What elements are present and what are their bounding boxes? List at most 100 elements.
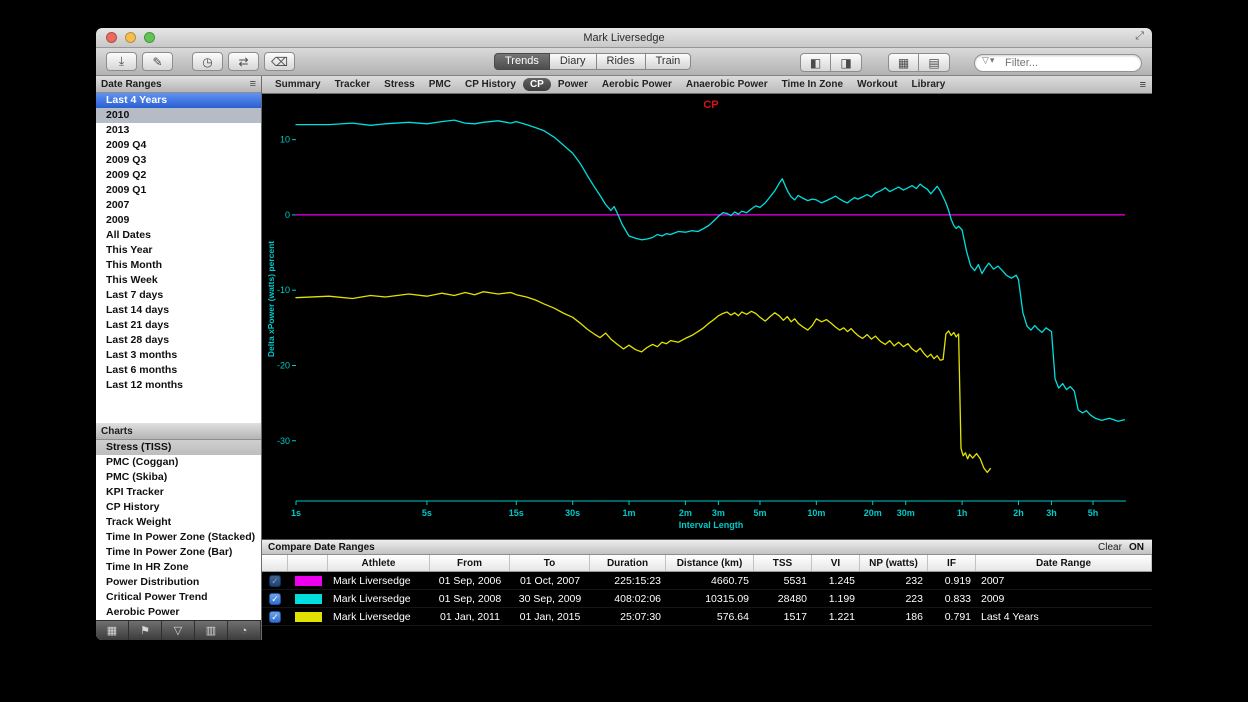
sidebar-list-item[interactable]: This Month bbox=[96, 258, 261, 273]
grid-view-button[interactable]: ▦ bbox=[888, 53, 919, 72]
sidebar-list-item[interactable]: PMC (Coggan) bbox=[96, 455, 261, 470]
sidebar-list-item[interactable]: KPI Tracker bbox=[96, 485, 261, 500]
clear-button[interactable]: Clear bbox=[1098, 542, 1123, 553]
table-row[interactable]: ✓ Mark Liversedge 01 Sep, 2006 01 Oct, 2… bbox=[262, 572, 1152, 590]
sidebar-list-item[interactable]: Last 7 days bbox=[96, 288, 261, 303]
row-checkbox[interactable]: ✓ bbox=[269, 575, 281, 587]
chart-tab[interactable]: PMC bbox=[422, 78, 458, 91]
chart-icon[interactable]: ▥ bbox=[195, 621, 228, 640]
chart-tab[interactable]: Summary bbox=[268, 78, 328, 91]
row-checkbox[interactable]: ✓ bbox=[269, 593, 281, 605]
sidebar-list-item[interactable]: 2009 Q1 bbox=[96, 183, 261, 198]
view-tab[interactable]: Trends bbox=[494, 53, 550, 70]
sidebar-list-item[interactable]: 2009 Q4 bbox=[96, 138, 261, 153]
date-ranges-menu-icon[interactable]: ≡ bbox=[250, 78, 256, 90]
sidebar-list-item[interactable]: 2010 bbox=[96, 108, 261, 123]
on-button[interactable]: ON bbox=[1129, 542, 1144, 553]
sidebar-list-item[interactable]: All Dates bbox=[96, 228, 261, 243]
clock-icon[interactable]: ◔ bbox=[228, 621, 261, 640]
column-header[interactable] bbox=[262, 555, 288, 571]
toggle-bottombar-button[interactable]: ◨ bbox=[831, 53, 862, 72]
close-window-button[interactable] bbox=[106, 32, 117, 43]
compare-filler bbox=[262, 626, 1152, 640]
sidebar-list-item[interactable]: 2009 bbox=[96, 213, 261, 228]
cell-to: 01 Jan, 2015 bbox=[510, 608, 590, 625]
chart-tab[interactable]: Workout bbox=[850, 78, 904, 91]
sidebar-list-item[interactable]: Critical Power Trend bbox=[96, 590, 261, 605]
column-header[interactable]: TSS bbox=[754, 555, 812, 571]
table-row[interactable]: ✓ Mark Liversedge 01 Jan, 2011 01 Jan, 2… bbox=[262, 608, 1152, 626]
sidebar-list-item[interactable]: Track Weight bbox=[96, 515, 261, 530]
sidebar-list-item[interactable]: Last 12 months bbox=[96, 378, 261, 393]
sidebar-list-item[interactable]: Last 6 months bbox=[96, 363, 261, 378]
sidebar-list-item[interactable]: Power Distribution bbox=[96, 575, 261, 590]
sidebar-list-item[interactable]: Last 3 months bbox=[96, 348, 261, 363]
fullscreen-icon[interactable]: ⤢ bbox=[1135, 30, 1144, 43]
filter-icon[interactable]: ▽ bbox=[162, 621, 195, 640]
intervals-button[interactable]: ⇄ bbox=[228, 52, 259, 71]
sidebar-list-item[interactable]: 2009 Q3 bbox=[96, 153, 261, 168]
tab-strip: SummaryTrackerStressPMCCP HistoryCPPower… bbox=[268, 78, 952, 91]
tabbar-menu-icon[interactable]: ≡ bbox=[1140, 79, 1146, 91]
stopwatch-button[interactable]: ◷ bbox=[192, 52, 223, 71]
svg-text:1s: 1s bbox=[291, 508, 301, 518]
minimize-window-button[interactable] bbox=[125, 32, 136, 43]
tile-view-button[interactable]: ▤ bbox=[919, 53, 950, 72]
save-button[interactable]: ⤓ bbox=[106, 52, 137, 71]
view-tab[interactable]: Train bbox=[646, 53, 692, 70]
sidebar-list-item[interactable]: 2007 bbox=[96, 198, 261, 213]
chart-tab[interactable]: Tracker bbox=[328, 78, 378, 91]
column-header[interactable]: NP (watts) bbox=[860, 555, 928, 571]
view-tab[interactable]: Diary bbox=[550, 53, 597, 70]
chart-tab[interactable]: Stress bbox=[377, 78, 422, 91]
sidebar-list-item[interactable]: Time In Power Zone (Bar) bbox=[96, 545, 261, 560]
column-header[interactable]: Date Range bbox=[976, 555, 1152, 571]
column-header[interactable]: Athlete bbox=[328, 555, 430, 571]
sidebar-list-item[interactable]: Aerobic Power bbox=[96, 605, 261, 620]
sidebar-toggle-group: ◧ ◨ bbox=[800, 53, 862, 72]
column-header[interactable]: IF bbox=[928, 555, 976, 571]
sidebar-list-item[interactable]: This Year bbox=[96, 243, 261, 258]
chart-tab[interactable]: CP History bbox=[458, 78, 523, 91]
view-tab[interactable]: Rides bbox=[597, 53, 646, 70]
svg-text:3h: 3h bbox=[1046, 508, 1057, 518]
sidebar-list-item[interactable]: Time In Power Zone (Stacked) bbox=[96, 530, 261, 545]
chart-tab[interactable]: Power bbox=[551, 78, 595, 91]
chart-tab[interactable]: Anaerobic Power bbox=[679, 78, 775, 91]
funnel-icon[interactable]: ▽▾ bbox=[982, 55, 995, 66]
trash-button[interactable]: ⌫ bbox=[264, 52, 295, 71]
zoom-window-button[interactable] bbox=[144, 32, 155, 43]
row-checkbox[interactable]: ✓ bbox=[269, 611, 281, 623]
table-row[interactable]: ✓ Mark Liversedge 01 Sep, 2008 30 Sep, 2… bbox=[262, 590, 1152, 608]
cp-chart[interactable]: CP Delta xPower (watts) percent 1s5s15s3… bbox=[262, 94, 1152, 539]
sidebar-list-item[interactable]: Last 21 days bbox=[96, 318, 261, 333]
sidebar-list-item[interactable]: This Week bbox=[96, 273, 261, 288]
chart-tab[interactable]: Library bbox=[904, 78, 952, 91]
cell-athlete: Mark Liversedge bbox=[328, 608, 430, 625]
edit-button[interactable]: ✎ bbox=[142, 52, 173, 71]
sidebar-list-item[interactable]: PMC (Skiba) bbox=[96, 470, 261, 485]
column-header[interactable]: Duration bbox=[590, 555, 666, 571]
sidebar-list-item[interactable]: CP History bbox=[96, 500, 261, 515]
sidebar-list-item[interactable]: Stress (TISS) bbox=[96, 440, 261, 455]
sidebar-list-item[interactable]: Last 28 days bbox=[96, 333, 261, 348]
column-header[interactable]: From bbox=[430, 555, 510, 571]
column-header[interactable]: VI bbox=[812, 555, 860, 571]
chart-tab[interactable]: Time In Zone bbox=[775, 78, 851, 91]
sidebar-list-item[interactable]: Last 4 Years bbox=[96, 93, 261, 108]
cell-from: 01 Sep, 2006 bbox=[430, 572, 510, 589]
sidebar-list-item[interactable]: Time In HR Zone bbox=[96, 560, 261, 575]
sidebar-list-item[interactable]: Last 14 days bbox=[96, 303, 261, 318]
chart-tab[interactable]: CP bbox=[523, 78, 551, 91]
toggle-sidebar-button[interactable]: ◧ bbox=[800, 53, 831, 72]
sidebar-list-item[interactable]: 2013 bbox=[96, 123, 261, 138]
calendar-icon[interactable]: ▦ bbox=[96, 621, 129, 640]
filter-input[interactable] bbox=[974, 54, 1142, 72]
column-header[interactable]: To bbox=[510, 555, 590, 571]
column-header[interactable]: Distance (km) bbox=[666, 555, 754, 571]
bookmark-icon[interactable]: ⚑ bbox=[129, 621, 162, 640]
chart-tab[interactable]: Aerobic Power bbox=[595, 78, 679, 91]
sidebar-list-item[interactable]: 2009 Q2 bbox=[96, 168, 261, 183]
column-header[interactable] bbox=[288, 555, 328, 571]
trash-icon: ⌫ bbox=[271, 55, 288, 69]
